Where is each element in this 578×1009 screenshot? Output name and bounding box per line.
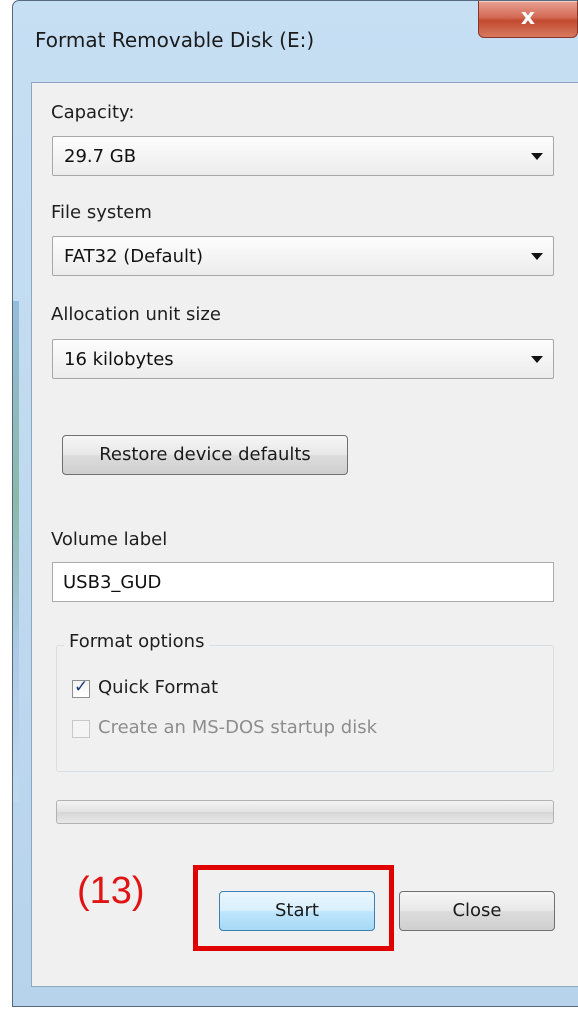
dialog-body: Capacity: 29.7 GB File system FAT32 (Def… bbox=[31, 82, 578, 987]
volume-label-caption: Volume label bbox=[51, 529, 168, 550]
allocation-select[interactable]: 16 kilobytes bbox=[52, 339, 554, 379]
format-options-group bbox=[56, 645, 554, 772]
allocation-value: 16 kilobytes bbox=[64, 349, 174, 370]
volume-label-value: USB3_GUD bbox=[63, 572, 162, 593]
volume-label-input[interactable]: USB3_GUD bbox=[52, 562, 554, 602]
msdos-startup-label: Create an MS-DOS startup disk bbox=[98, 717, 378, 738]
step-annotation: (13) bbox=[77, 870, 145, 912]
capacity-label: Capacity: bbox=[51, 102, 135, 123]
file-system-label: File system bbox=[51, 202, 152, 223]
quick-format-checkbox[interactable] bbox=[72, 677, 90, 698]
window-close-button[interactable]: x bbox=[478, 1, 578, 38]
capacity-select[interactable]: 29.7 GB bbox=[52, 136, 554, 176]
title-bar[interactable]: Format Removable Disk (E:) x bbox=[13, 1, 578, 83]
allocation-label: Allocation unit size bbox=[51, 304, 221, 325]
format-options-legend: Format options bbox=[64, 631, 210, 652]
format-progress-bar bbox=[56, 800, 554, 824]
restore-defaults-button[interactable]: Restore device defaults bbox=[62, 435, 348, 475]
msdos-startup-checkbox bbox=[72, 720, 90, 738]
quick-format-label[interactable]: Quick Format bbox=[98, 677, 218, 698]
window-title: Format Removable Disk (E:) bbox=[35, 28, 315, 52]
chevron-down-icon bbox=[531, 253, 543, 260]
window-edge-decoration bbox=[13, 301, 19, 801]
chevron-down-icon bbox=[531, 356, 543, 363]
chevron-down-icon bbox=[531, 153, 543, 160]
capacity-value: 29.7 GB bbox=[64, 146, 137, 167]
close-button[interactable]: Close bbox=[399, 891, 555, 931]
file-system-value: FAT32 (Default) bbox=[64, 246, 204, 267]
start-button-highlight bbox=[193, 865, 394, 951]
file-system-select[interactable]: FAT32 (Default) bbox=[52, 236, 554, 276]
